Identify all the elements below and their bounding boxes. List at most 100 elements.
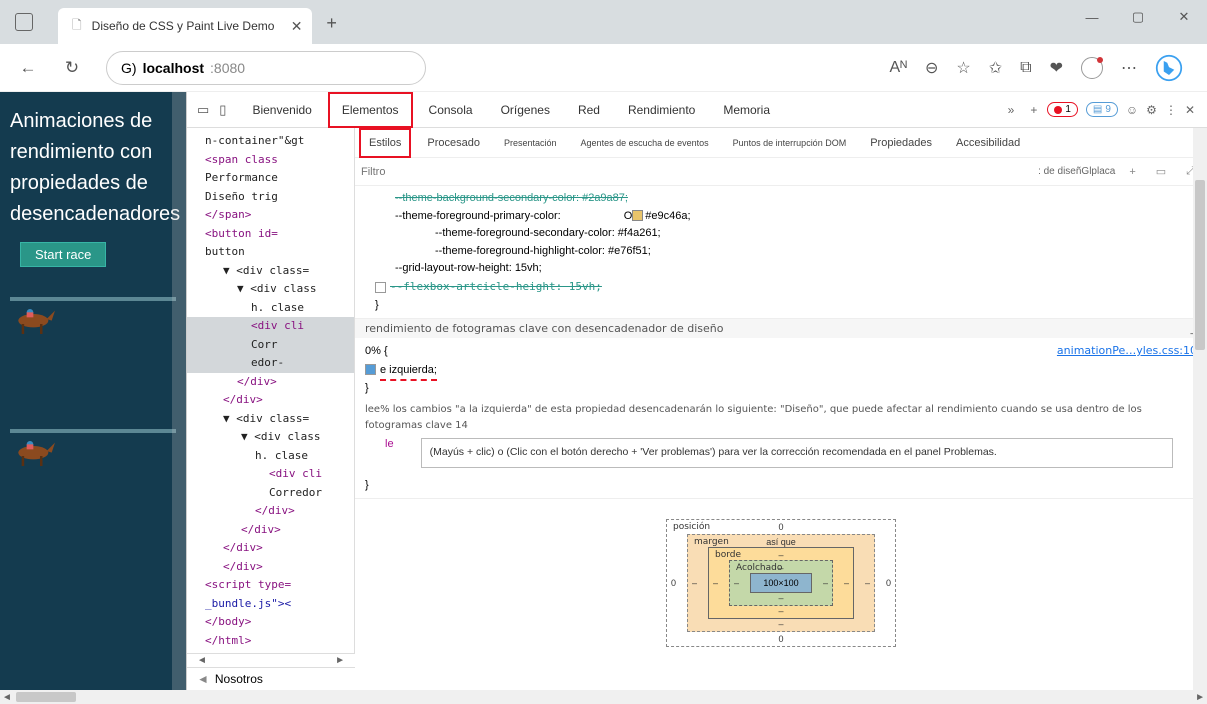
- browser-tab[interactable]: 🗋 Diseño de CSS y Paint Live Demo ✕: [58, 8, 312, 44]
- css-rule-block[interactable]: --theme-background-secondary-color: #2a9…: [355, 186, 1207, 319]
- box-model-diagram[interactable]: posición 0 0 0 0 margen así que – – –: [666, 519, 896, 647]
- dom-node[interactable]: </html>: [187, 632, 354, 651]
- dom-scrollbar[interactable]: ◄►: [187, 653, 355, 667]
- dom-node[interactable]: _bundle.js"><: [187, 595, 354, 614]
- window-scrollbar[interactable]: ◄ ►: [0, 690, 1207, 704]
- dom-node[interactable]: ▼ <div class: [187, 428, 354, 447]
- dom-node[interactable]: Corr: [187, 336, 354, 355]
- css-property[interactable]: --theme-foreground-highlight-color: #e76…: [365, 243, 1197, 261]
- dom-node[interactable]: ▼ <div class=: [187, 262, 354, 281]
- dom-node[interactable]: ▼ <div class: [187, 280, 354, 299]
- more-tabs-icon[interactable]: »: [1008, 103, 1015, 117]
- subtab-propiedades[interactable]: Propiedades: [862, 128, 940, 158]
- tab-elementos[interactable]: Elementos: [328, 92, 413, 128]
- tab-bienvenido[interactable]: Bienvenido: [240, 92, 323, 128]
- new-style-icon[interactable]: +: [1129, 166, 1135, 178]
- dom-node[interactable]: Corredor: [187, 484, 354, 503]
- css-property[interactable]: --theme-background-secondary-color: #2a9…: [365, 190, 1197, 208]
- dom-node[interactable]: <button id=: [187, 225, 354, 244]
- devtools-more-icon[interactable]: ⋮: [1165, 103, 1177, 117]
- settings-gear-icon[interactable]: ⚙: [1146, 103, 1157, 117]
- performance-icon[interactable]: ❤: [1050, 58, 1063, 78]
- dom-node[interactable]: n-container"&gt: [187, 132, 354, 151]
- tab-rendimiento[interactable]: Rendimiento: [616, 92, 707, 128]
- zoom-out-icon[interactable]: ⊖: [925, 58, 938, 78]
- subtab-accesibilidad[interactable]: Accesibilidad: [948, 128, 1028, 158]
- css-rule-block[interactable]: 0% { animationPe…yles.css:10 e izquierda…: [355, 338, 1207, 499]
- dom-node[interactable]: <div cli: [187, 465, 354, 484]
- back-button[interactable]: ←: [8, 50, 48, 86]
- refresh-button[interactable]: ↻: [52, 50, 92, 86]
- tab-memoria[interactable]: Memoria: [711, 92, 782, 128]
- inspect-element-icon[interactable]: ▭: [197, 102, 209, 118]
- styles-filter-input[interactable]: [361, 166, 1030, 178]
- app-menu-button[interactable]: [0, 0, 48, 44]
- scrollbar-thumb[interactable]: [16, 692, 1191, 702]
- read-aloud-icon[interactable]: Aᴺ: [889, 59, 907, 77]
- bing-chat-icon[interactable]: [1155, 54, 1183, 82]
- subtab-dom-breakpoints[interactable]: Puntos de interrupción DOM: [725, 128, 855, 158]
- tab-consola[interactable]: Consola: [417, 92, 485, 128]
- device-toggle-icon[interactable]: ▯: [219, 102, 226, 118]
- dom-node[interactable]: </div>: [187, 373, 354, 392]
- dom-node[interactable]: ▼ <div class=: [187, 410, 354, 429]
- css-property[interactable]: --flexbox-artcicle-height: 15vh;: [365, 278, 1197, 297]
- dom-node[interactable]: edor-: [187, 354, 354, 373]
- dom-tree[interactable]: n-container"&gt<span classPerformanceDis…: [187, 128, 355, 653]
- property-toggle-checkbox[interactable]: [365, 364, 376, 375]
- dom-node[interactable]: </div>: [187, 391, 354, 410]
- scroll-right-icon[interactable]: ►: [1195, 692, 1205, 703]
- url-input[interactable]: G) localhost :8080: [106, 51, 426, 85]
- dom-node[interactable]: Diseño trig: [187, 188, 354, 207]
- dom-node[interactable]: h. clase: [187, 299, 354, 318]
- page-scrollbar[interactable]: [172, 92, 186, 690]
- dom-node[interactable]: </span>: [187, 206, 354, 225]
- dom-node[interactable]: Performance: [187, 169, 354, 188]
- profile-avatar-icon[interactable]: [1081, 57, 1103, 79]
- window-maximize-button[interactable]: ▢: [1115, 0, 1161, 34]
- new-tab-icon[interactable]: +: [1030, 103, 1037, 117]
- error-count-badge[interactable]: 1: [1047, 102, 1078, 117]
- dom-node[interactable]: </div>: [187, 558, 354, 577]
- collections-icon[interactable]: ⧉: [1020, 59, 1031, 77]
- more-icon[interactable]: ⋯: [1121, 58, 1137, 78]
- favorites-menu-icon[interactable]: ✩: [989, 58, 1002, 78]
- message-count-badge[interactable]: ▤ 9: [1086, 102, 1118, 117]
- computed-icon[interactable]: ▭: [1156, 165, 1166, 178]
- new-tab-button[interactable]: +: [326, 13, 337, 34]
- css-source-link[interactable]: animationPe…yles.css:10: [1057, 342, 1197, 360]
- dom-node[interactable]: <div cli: [187, 317, 354, 336]
- devtools: ▭ ▯ Bienvenido Elementos Consola Orígene…: [186, 92, 1207, 690]
- subtab-event-listeners[interactable]: Agentes de escucha de eventos: [573, 128, 717, 158]
- css-property[interactable]: e izquierda;: [380, 364, 437, 376]
- styles-scrollbar[interactable]: [1193, 128, 1207, 690]
- styles-panel: Estilos Procesado Presentación Agentes d…: [355, 128, 1207, 690]
- subtab-procesado[interactable]: Procesado: [419, 128, 488, 158]
- subtab-presentacion[interactable]: Presentación: [496, 128, 565, 158]
- dom-node[interactable]: h. clase: [187, 447, 354, 466]
- dom-node[interactable]: </div>: [187, 502, 354, 521]
- dom-node[interactable]: </div>: [187, 539, 354, 558]
- feedback-icon[interactable]: ☺: [1126, 103, 1138, 117]
- dom-node[interactable]: <script type=: [187, 576, 354, 595]
- devtools-close-icon[interactable]: ✕: [1185, 103, 1195, 117]
- dom-node[interactable]: <span class: [187, 151, 354, 170]
- dom-node[interactable]: </div>: [187, 521, 354, 540]
- subtab-estilos[interactable]: Estilos: [359, 128, 411, 158]
- tab-red[interactable]: Red: [566, 92, 612, 128]
- favorite-icon[interactable]: ☆: [956, 58, 970, 78]
- styles-subtabs: Estilos Procesado Presentación Agentes d…: [355, 128, 1207, 158]
- dom-node[interactable]: button: [187, 243, 354, 262]
- tab-close-icon[interactable]: ✕: [291, 18, 303, 35]
- tab-origenes[interactable]: Orígenes: [489, 92, 562, 128]
- scroll-left-icon[interactable]: ◄: [2, 692, 12, 703]
- start-race-button[interactable]: Start race: [20, 242, 106, 267]
- window-close-button[interactable]: ✕: [1161, 0, 1207, 34]
- dom-node[interactable]: </body>: [187, 613, 354, 632]
- css-property[interactable]: --theme-foreground-primary-color: O#e9c4…: [365, 208, 1197, 226]
- address-bar: ← ↻ G) localhost :8080 Aᴺ ⊖ ☆ ✩ ⧉ ❤ ⋯: [0, 44, 1207, 92]
- breadcrumb[interactable]: ◄Nosotros: [187, 667, 355, 690]
- css-property[interactable]: --grid-layout-row-height: 15vh;: [365, 260, 1197, 278]
- css-property[interactable]: --theme-foreground-secondary-color: #f4a…: [365, 225, 1197, 243]
- window-minimize-button[interactable]: —: [1069, 0, 1115, 34]
